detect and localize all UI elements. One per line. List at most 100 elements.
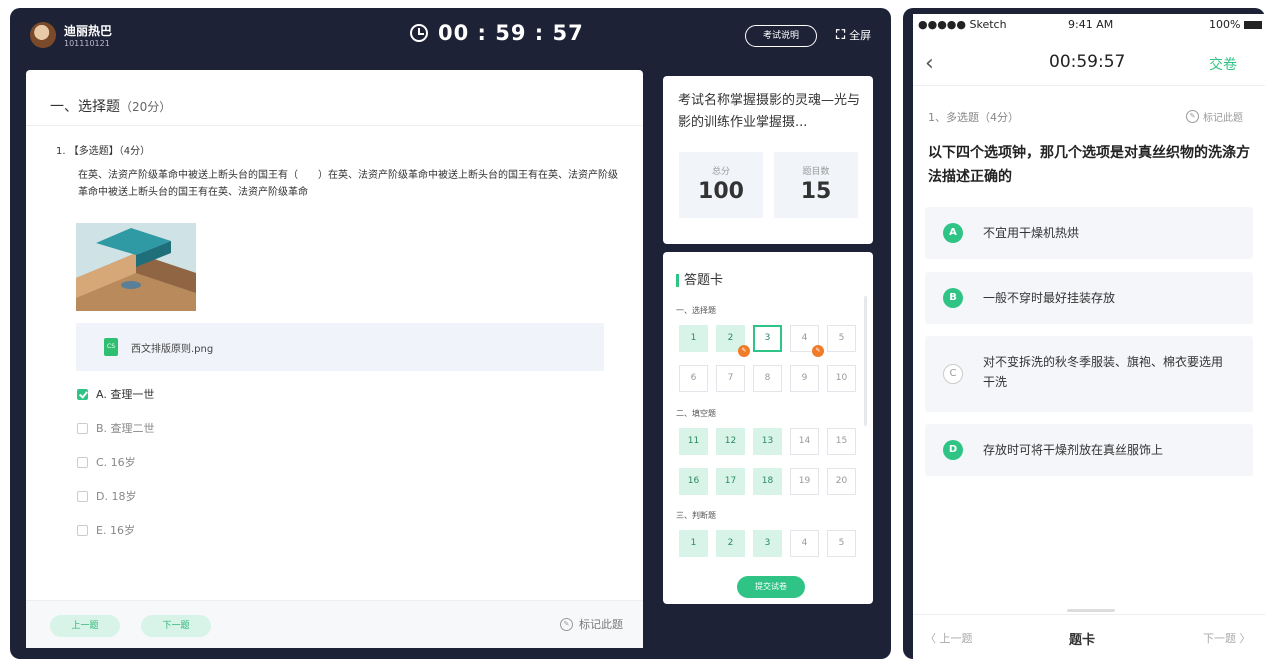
back-icon[interactable]: ‹ bbox=[925, 51, 934, 76]
user-name: 迪丽热巴 bbox=[64, 24, 113, 38]
answer-cell[interactable]: 12 bbox=[716, 428, 745, 455]
answer-cell[interactable]: 18 bbox=[753, 468, 782, 495]
answer-cell[interactable]: 3 bbox=[753, 530, 782, 557]
question-count-label: 题目数 bbox=[802, 167, 830, 177]
answer-cell[interactable]: 11 bbox=[679, 428, 708, 455]
answer-cell[interactable]: 7 bbox=[716, 365, 745, 392]
answer-cell[interactable]: 1 bbox=[679, 530, 708, 557]
answer-cell-number: 8 bbox=[764, 373, 771, 383]
answer-cell-number: 5 bbox=[838, 333, 845, 343]
option-text: 不宜用干燥机热烘 bbox=[983, 226, 1080, 240]
option-badge: D bbox=[943, 440, 963, 460]
section-name: 一、选择题 bbox=[50, 99, 120, 115]
option-badge: A bbox=[943, 223, 963, 243]
answer-cell[interactable]: 14 bbox=[790, 428, 819, 455]
mobile-next-button[interactable]: 下一题 〉 bbox=[1203, 630, 1251, 646]
answer-cell[interactable]: 6 bbox=[679, 365, 708, 392]
answer-cell[interactable]: 16 bbox=[679, 468, 708, 495]
mobile-screen: ●●●●● Sketch 9:41 AM 100% ‹ 00:59:57 交卷 … bbox=[913, 14, 1265, 659]
answer-cell[interactable]: 5 bbox=[827, 325, 856, 352]
file-icon: CS bbox=[104, 338, 118, 356]
fullscreen-button[interactable]: ⛶ 全屏 bbox=[836, 27, 871, 43]
pin-icon: ✎ bbox=[560, 617, 573, 631]
total-score-value: 100 bbox=[698, 179, 744, 204]
desktop-exam-window: 迪丽热巴 101110121 00 : 59 : 57 考试说明 ⛶ 全屏 一、… bbox=[10, 8, 891, 659]
mobile-mark-button[interactable]: ✎ 标记此题 bbox=[1186, 109, 1243, 124]
flag-icon: ✎ bbox=[738, 345, 750, 357]
checkbox-icon bbox=[77, 456, 88, 468]
answer-cell[interactable]: 4 bbox=[790, 530, 819, 557]
answer-cell[interactable]: 4 ✎ bbox=[790, 325, 824, 357]
answer-cell[interactable]: 2 ✎ bbox=[716, 325, 750, 357]
prev-question-button[interactable]: 上一题 bbox=[50, 615, 120, 637]
checkbox-icon bbox=[77, 422, 88, 434]
question-footer: 上一题 下一题 ✎ 标记此题 bbox=[26, 600, 643, 648]
answer-cell[interactable]: 9 bbox=[790, 365, 819, 392]
mobile-answer-card-button[interactable]: 题卡 bbox=[1069, 629, 1095, 648]
option-c[interactable]: C. 16岁 bbox=[77, 445, 155, 479]
pin-icon: ✎ bbox=[1186, 110, 1199, 123]
checkbox-icon bbox=[77, 388, 88, 400]
answer-cell-number: 2 bbox=[727, 538, 734, 548]
mark-question-button[interactable]: ✎ 标记此题 bbox=[560, 616, 623, 632]
answer-cell-number: 16 bbox=[687, 476, 700, 486]
option-label: A. 查理一世 bbox=[96, 388, 155, 401]
answer-cell[interactable]: 5 bbox=[827, 530, 856, 557]
answer-cell[interactable]: 1 bbox=[679, 325, 708, 352]
answer-cell-number: 2 bbox=[727, 333, 734, 343]
section-points: （20分） bbox=[120, 100, 172, 114]
answer-cell[interactable]: 10 bbox=[827, 365, 856, 392]
answer-cell[interactable]: 2 bbox=[716, 530, 745, 557]
fullscreen-label: 全屏 bbox=[849, 29, 872, 42]
answer-cell[interactable]: 17 bbox=[716, 468, 745, 495]
submit-exam-button[interactable]: 提交试卷 bbox=[737, 576, 805, 598]
answer-cell-number: 13 bbox=[761, 436, 774, 446]
options-list: A. 查理一世 B. 查理二世 C. 16岁 D. 18岁 E. 16岁 bbox=[77, 377, 155, 547]
mobile-option-a[interactable]: A 不宜用干燥机热烘 bbox=[925, 207, 1253, 259]
exam-name: 考试名称掌握摄影的灵魂—光与影的训练作业掌握摄... bbox=[678, 93, 861, 130]
answer-cell[interactable]: 19 bbox=[790, 468, 819, 495]
answer-cell[interactable]: 13 bbox=[753, 428, 782, 455]
clock-icon bbox=[410, 24, 428, 42]
answer-group-title: 二、填空题 bbox=[676, 409, 716, 418]
answer-cell-number: 4 bbox=[801, 538, 808, 548]
mobile-option-b[interactable]: B 一般不穿时最好挂装存放 bbox=[925, 272, 1253, 324]
answer-cell-number: 14 bbox=[798, 436, 811, 446]
drawer-handle[interactable] bbox=[1067, 609, 1115, 612]
answer-cell[interactable]: 3 bbox=[753, 325, 782, 352]
answer-group-title: 三、判断题 bbox=[676, 511, 716, 520]
answer-cell-number: 10 bbox=[835, 373, 848, 383]
mobile-option-c[interactable]: C 对不变拆洗的秋冬季服装、旗袍、棉衣要选用干洗 bbox=[925, 336, 1253, 412]
mobile-prev-button[interactable]: 〈 上一题 bbox=[925, 630, 973, 646]
total-score-label: 总分 bbox=[711, 167, 730, 177]
mark-label: 标记此题 bbox=[579, 618, 623, 631]
mobile-bottom-bar: 〈 上一题 题卡 下一题 〉 bbox=[913, 614, 1265, 659]
question-count-value: 15 bbox=[800, 179, 832, 204]
question-image[interactable] bbox=[76, 223, 196, 311]
option-text: 存放时可将干燥剂放在真丝服饰上 bbox=[983, 443, 1164, 457]
hand-in-button[interactable]: 交卷 bbox=[1209, 54, 1237, 74]
answer-cell-number: 1 bbox=[690, 333, 697, 343]
answer-card-scrollbar[interactable] bbox=[864, 296, 867, 426]
mobile-option-d[interactable]: D 存放时可将干燥剂放在真丝服饰上 bbox=[925, 424, 1253, 476]
exam-instructions-button[interactable]: 考试说明 bbox=[745, 25, 817, 47]
answer-cell-number: 18 bbox=[761, 476, 774, 486]
question-count-stat: 题目数 15 bbox=[774, 152, 858, 218]
status-carrier: ●●●●● Sketch bbox=[918, 18, 1007, 31]
question-image-art bbox=[76, 223, 196, 311]
answer-cell[interactable]: 15 bbox=[827, 428, 856, 455]
option-a[interactable]: A. 查理一世 bbox=[77, 377, 155, 411]
option-label: E. 16岁 bbox=[96, 524, 135, 537]
answer-cell-number: 12 bbox=[724, 436, 737, 446]
option-b[interactable]: B. 查理二世 bbox=[77, 411, 155, 445]
answer-cell[interactable]: 8 bbox=[753, 365, 782, 392]
next-question-button[interactable]: 下一题 bbox=[141, 615, 211, 637]
option-label: C. 16岁 bbox=[96, 456, 136, 469]
answer-card: 答题卡 一、选择题 1 2 ✎ 3 4 ✎ 5 6 7 8 9 10 二、填空题 11 12 13 14 15 16 1… bbox=[663, 252, 873, 604]
option-e[interactable]: E. 16岁 bbox=[77, 513, 155, 547]
answer-cell[interactable]: 20 bbox=[827, 468, 856, 495]
battery-icon bbox=[1243, 21, 1262, 29]
attachment-file[interactable]: CS 西文排版原则.png bbox=[76, 323, 604, 371]
option-d[interactable]: D. 18岁 bbox=[77, 479, 155, 513]
mark-label: 标记此题 bbox=[1203, 113, 1243, 124]
